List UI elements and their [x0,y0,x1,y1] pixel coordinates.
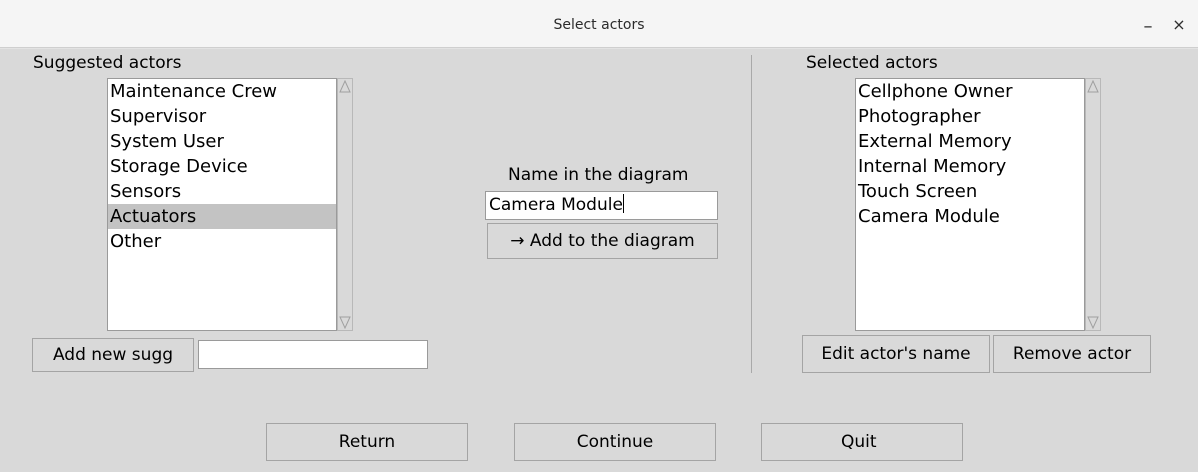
column-separator [751,55,752,373]
close-button[interactable]: × [1168,14,1190,36]
add-to-diagram-button[interactable]: → Add to the diagram [487,223,718,259]
list-item[interactable]: Touch Screen [856,179,1084,204]
quit-button[interactable]: Quit [761,423,963,461]
triangle-up-icon[interactable] [339,80,351,93]
list-item[interactable]: Other [108,229,336,254]
suggested-list-scrollbar[interactable] [337,78,353,331]
continue-button[interactable]: Continue [514,423,716,461]
minimize-button[interactable]: – [1137,14,1159,37]
triangle-up-icon[interactable] [1087,80,1099,93]
selected-actors-label: Selected actors [806,53,938,73]
list-item[interactable]: Internal Memory [856,154,1084,179]
window-titlebar: Select actors – × [0,0,1198,48]
list-item[interactable]: Sensors [108,179,336,204]
list-item-selected[interactable]: Actuators [108,204,336,229]
new-suggestion-input[interactable] [198,340,428,369]
window-title: Select actors [553,17,645,33]
diagram-name-input[interactable]: Camera Module [485,191,718,220]
list-item[interactable]: Camera Module [856,204,1084,229]
list-item[interactable]: External Memory [856,129,1084,154]
list-item[interactable]: Cellphone Owner [856,79,1084,104]
triangle-down-icon[interactable] [339,316,351,329]
selected-actors-list[interactable]: Cellphone Owner Photographer External Me… [855,78,1085,331]
list-item[interactable]: Photographer [856,104,1084,129]
list-item[interactable]: Supervisor [108,104,336,129]
suggested-actors-label: Suggested actors [33,53,182,73]
add-new-suggestion-button[interactable]: Add new sugg [32,338,194,372]
selected-list-scrollbar[interactable] [1085,78,1101,331]
suggested-actors-list[interactable]: Maintenance Crew Supervisor System User … [107,78,337,331]
text-caret [622,194,624,213]
dialog-content: Suggested actors Maintenance Crew Superv… [0,49,1198,472]
list-item[interactable]: Storage Device [108,154,336,179]
list-item[interactable]: Maintenance Crew [108,79,336,104]
edit-actor-name-button[interactable]: Edit actor's name [802,335,990,373]
return-button[interactable]: Return [266,423,468,461]
list-item[interactable]: System User [108,129,336,154]
triangle-down-icon[interactable] [1087,316,1099,329]
name-in-diagram-label: Name in the diagram [508,165,689,185]
remove-actor-button[interactable]: Remove actor [993,335,1151,373]
diagram-name-value: Camera Module [489,195,623,215]
